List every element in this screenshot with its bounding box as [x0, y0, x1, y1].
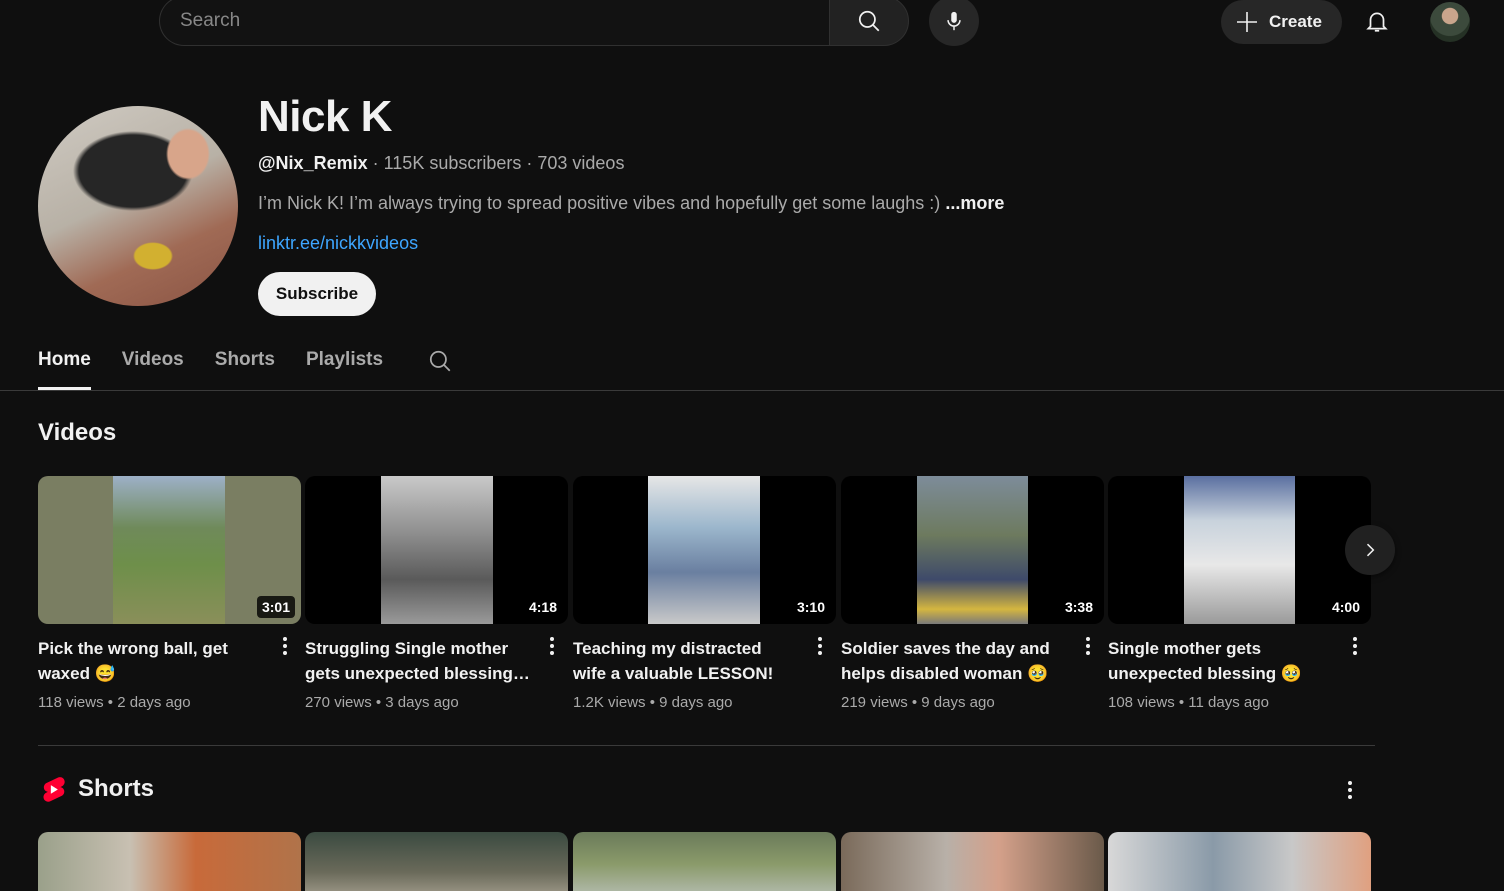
video-duration: 3:01 — [256, 596, 295, 618]
kebab-icon[interactable] — [277, 634, 293, 658]
video-duration: 4:00 — [1326, 596, 1365, 618]
channel-search-icon[interactable] — [427, 348, 453, 374]
video-thumbnail[interactable]: 4:18 — [305, 476, 568, 624]
video-views: 1.2K views — [573, 694, 646, 711]
short-thumbnail[interactable] — [38, 832, 301, 891]
video-duration: 3:38 — [1059, 596, 1098, 618]
video-duration: 4:18 — [523, 596, 562, 618]
channel-avatar — [38, 106, 238, 306]
subscribe-button[interactable]: Subscribe — [258, 272, 376, 316]
short-thumbnail[interactable] — [305, 832, 568, 891]
kebab-icon[interactable] — [812, 634, 828, 658]
video-age: 9 days ago — [921, 694, 995, 711]
tab-home[interactable]: Home — [38, 336, 91, 390]
kebab-icon[interactable] — [1342, 778, 1358, 802]
video-card[interactable]: 4:00 Single mother gets unexpected bless… — [1108, 476, 1371, 711]
short-thumbnail[interactable] — [841, 832, 1104, 891]
tab-videos[interactable]: Videos — [122, 336, 184, 390]
video-title[interactable]: Pick the wrong ball, get waxed 😅 — [38, 636, 263, 686]
kebab-icon[interactable] — [1347, 634, 1363, 658]
video-title[interactable]: Soldier saves the day and helps disabled… — [841, 636, 1066, 686]
video-views: 270 views — [305, 694, 372, 711]
voice-search-button[interactable] — [929, 0, 979, 46]
video-title[interactable]: Teaching my distracted wife a valuable L… — [573, 636, 798, 686]
search-button[interactable] — [829, 0, 909, 46]
channel-name: Nick K — [258, 92, 392, 141]
video-age: 3 days ago — [385, 694, 459, 711]
notifications-button[interactable] — [1362, 6, 1392, 36]
shorts-section-title: Shorts — [78, 775, 155, 802]
section-divider — [38, 745, 1375, 746]
video-meta: 1.2K views • 9 days ago — [573, 694, 733, 711]
short-thumbnail[interactable] — [573, 832, 836, 891]
kebab-icon[interactable] — [1080, 634, 1096, 658]
channel-description[interactable]: I’m Nick K! I’m always trying to spread … — [258, 193, 1004, 214]
tab-playlists[interactable]: Playlists — [306, 336, 383, 390]
mic-icon — [947, 11, 961, 31]
tabs-divider — [0, 390, 1504, 391]
video-thumbnail[interactable]: 3:38 — [841, 476, 1104, 624]
video-age: 11 days ago — [1188, 694, 1269, 711]
account-avatar[interactable] — [1430, 2, 1470, 42]
videos-section-title: Videos — [38, 419, 117, 446]
create-label: Create — [1269, 12, 1322, 31]
create-button[interactable]: Create — [1221, 0, 1342, 44]
more-link[interactable]: ...more — [945, 193, 1004, 213]
video-thumbnail[interactable]: 4:00 — [1108, 476, 1371, 624]
channel-handle: @Nix_Remix — [258, 153, 368, 173]
search-icon — [858, 10, 880, 32]
channel-link[interactable]: linktr.ee/nickkvideos — [258, 233, 418, 254]
chevron-right-icon — [1366, 543, 1375, 557]
video-title[interactable]: Struggling Single mother gets unexpected… — [305, 636, 530, 686]
video-card[interactable]: 4:18 Struggling Single mother gets unexp… — [305, 476, 568, 711]
plus-icon — [1237, 12, 1257, 32]
channel-tabs: Home Videos Shorts Playlists — [38, 336, 414, 391]
short-thumbnail[interactable] — [1108, 832, 1371, 891]
video-count: 703 videos — [537, 153, 625, 173]
video-card[interactable]: 3:10 Teaching my distracted wife a valua… — [573, 476, 836, 711]
video-meta: 219 views • 9 days ago — [841, 694, 995, 711]
video-views: 219 views — [841, 694, 908, 711]
video-meta: 270 views • 3 days ago — [305, 694, 459, 711]
bell-icon — [1366, 12, 1388, 32]
channel-meta: @Nix_Remix · 115K subscribers · 703 vide… — [258, 153, 625, 173]
video-thumbnail[interactable]: 3:10 — [573, 476, 836, 624]
subscriber-count: 115K subscribers — [383, 153, 522, 173]
video-age: 2 days ago — [117, 694, 191, 711]
kebab-icon[interactable] — [544, 634, 560, 658]
video-meta: 108 views • 11 days ago — [1108, 694, 1269, 711]
video-card[interactable]: 3:01 Pick the wrong ball, get waxed 😅 11… — [38, 476, 301, 711]
video-age: 9 days ago — [659, 694, 733, 711]
video-duration: 3:10 — [791, 596, 830, 618]
tab-shorts[interactable]: Shorts — [215, 336, 275, 390]
video-thumbnail[interactable]: 3:01 — [38, 476, 301, 624]
video-title[interactable]: Single mother gets unexpected blessing 🥹 — [1108, 636, 1333, 686]
search-box[interactable] — [159, 0, 830, 46]
next-button[interactable] — [1345, 525, 1395, 575]
shorts-logo-icon — [43, 777, 65, 802]
video-meta: 118 views • 2 days ago — [38, 694, 191, 711]
video-views: 108 views — [1108, 694, 1175, 711]
channel-description-text: I’m Nick K! I’m always trying to spread … — [258, 193, 941, 213]
video-card[interactable]: 3:38 Soldier saves the day and helps dis… — [841, 476, 1104, 711]
search-input[interactable] — [160, 0, 830, 45]
video-views: 118 views — [38, 694, 104, 711]
